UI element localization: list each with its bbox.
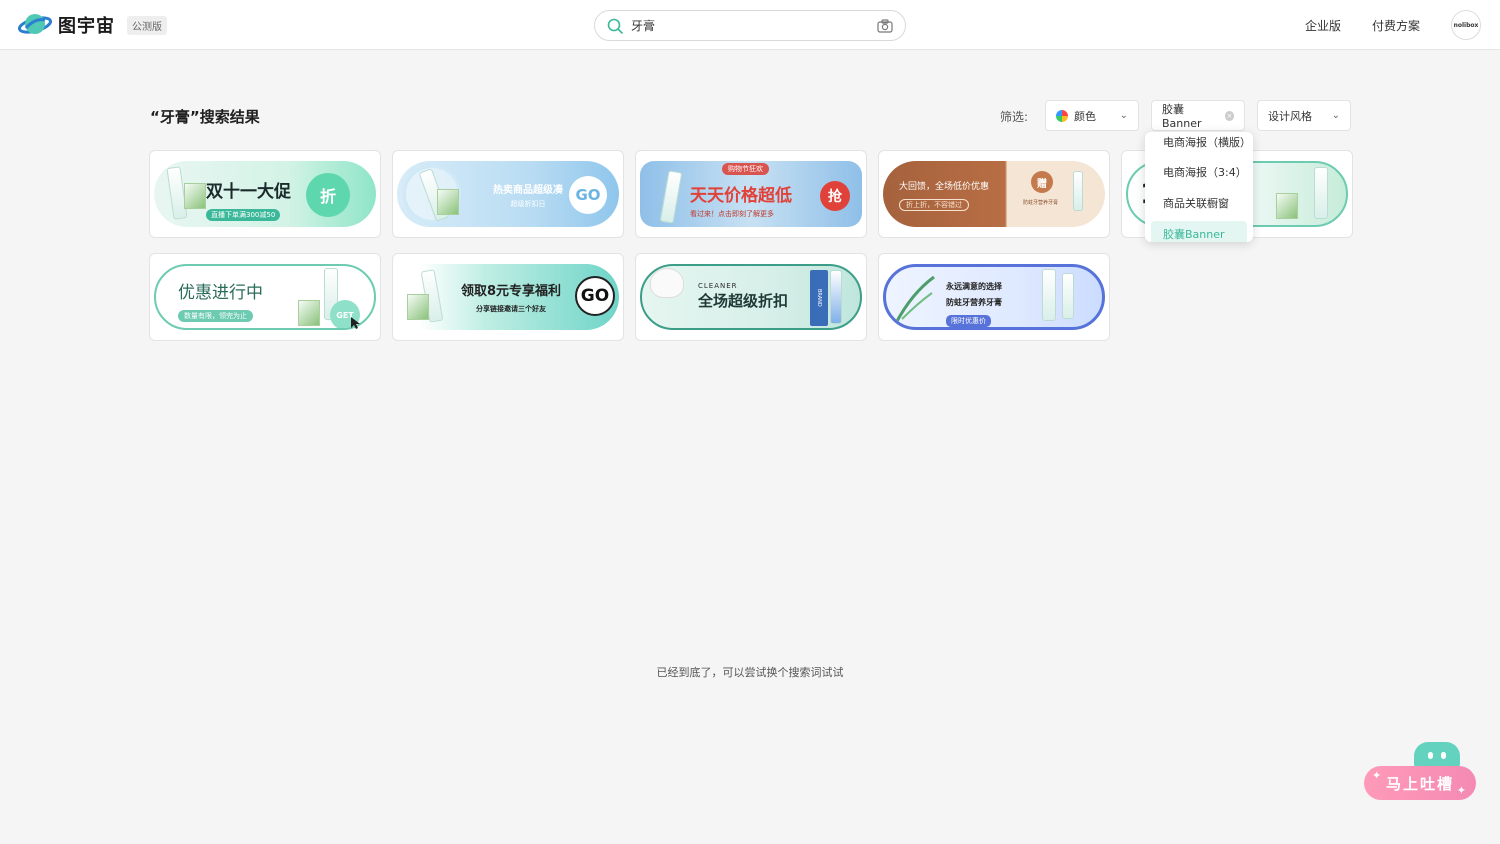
robot-mascot-icon[interactable] <box>1414 742 1460 768</box>
chevron-down-icon: ⌄ <box>1331 110 1340 121</box>
type-dropdown-menu: 电商海报（横版） 电商海报（3:4） 商品关联橱窗 胶囊Banner <box>1145 132 1253 242</box>
search-input[interactable] <box>631 18 877 33</box>
toothpaste-tube <box>1042 269 1056 321</box>
product-box <box>298 300 320 326</box>
banner-badge: GO <box>575 276 615 316</box>
result-card[interactable]: 优惠进行中 数量有限，领完为止 GET <box>149 253 381 341</box>
beta-badge: 公测版 <box>127 15 167 35</box>
result-card[interactable]: 领取8元专享福利 分享链接邀请三个好友 GO <box>392 253 624 341</box>
banner-badge: 抢 <box>820 181 850 211</box>
capsule-banner: 热卖商品超级凑 超级折扣日 GO <box>397 161 619 227</box>
result-card[interactable]: CLEANER 全场超级折扣 BRAND <box>635 253 867 341</box>
filter-style-button[interactable]: 设计风格 ⌄ <box>1257 100 1351 131</box>
end-of-results-text: 已经到底了，可以尝试换个搜索词试试 <box>656 666 844 679</box>
camera-icon[interactable] <box>877 18 893 33</box>
capsule-banner: 优惠进行中 数量有限，领完为止 GET <box>154 264 376 330</box>
banner-badge: BRAND <box>810 270 828 326</box>
banner-sub-text: CLEANER <box>698 282 738 290</box>
leaf-icon <box>894 275 935 324</box>
chevron-down-icon: ⌄ <box>1119 110 1128 121</box>
result-card[interactable]: 大回馈，全场低价优惠 折上折，不容错过 赠 防蛀牙营养牙膏 <box>878 150 1110 238</box>
results-title: “牙膏”搜索结果 <box>150 108 260 126</box>
banner-badge: 折 <box>306 173 350 217</box>
logo-text: 图宇宙 <box>58 16 115 37</box>
toothpaste-tube <box>1314 167 1328 219</box>
product-box <box>1276 193 1298 219</box>
cursor-icon <box>351 317 360 329</box>
banner-main-text: 领取8元专享福利 <box>461 284 562 299</box>
banner-sub-text: 直播下单满300减50 <box>206 209 281 221</box>
feedback-label: 马上吐槽 <box>1385 774 1454 793</box>
banner-extra-text: 防蛀牙营养牙膏 <box>1023 200 1059 206</box>
banner-sub-text: 折上折，不容错过 <box>899 199 969 211</box>
product-box <box>184 183 206 209</box>
banner-sub-text: 防蛀牙营养牙膏 <box>946 298 1002 307</box>
banner-main-text: 天天价格超低 <box>690 186 792 206</box>
result-card[interactable]: 购物节狂欢 天天价格超低 看过来！点击即刻了解更多 抢 <box>635 150 867 238</box>
capsule-banner: 永远满意的选择 防蛀牙营养牙膏 限时优惠价 <box>883 264 1105 330</box>
banner-badge: 赠 <box>1031 171 1053 193</box>
product-box <box>437 189 459 215</box>
result-card[interactable]: 永远满意的选择 防蛀牙营养牙膏 限时优惠价 <box>878 253 1110 341</box>
sparkle-icon: ✦ <box>1372 769 1384 782</box>
banner-badge: 限时优惠价 <box>946 315 991 327</box>
filter-type-label: 胶囊Banner <box>1162 103 1202 130</box>
logo[interactable]: 图宇宙 公测版 <box>17 10 167 40</box>
banner-main-text: 永远满意的选择 <box>946 282 1002 291</box>
banner-top-text: 购物节狂欢 <box>722 163 769 175</box>
nav-enterprise[interactable]: 企业版 <box>1305 17 1341 34</box>
top-header: 图宇宙 公测版 企业版 付费方案 nolibox <box>0 0 1500 50</box>
banner-sub-text: 看过来！点击即刻了解更多 <box>690 210 774 218</box>
clear-icon[interactable]: × <box>1224 110 1234 121</box>
toothpaste-tube <box>830 270 842 324</box>
dropdown-item-ecom-poster-landscape[interactable]: 电商海报（横版） <box>1145 132 1253 154</box>
product-box <box>407 294 429 320</box>
banner-main-text: 双十一大促 <box>206 182 291 202</box>
planet-logo-icon <box>17 10 54 40</box>
sparkle-icon: ✦ <box>1456 784 1468 797</box>
toothpaste-tube <box>1062 273 1074 319</box>
dropdown-item-capsule-banner[interactable]: 胶囊Banner <box>1151 221 1247 242</box>
capsule-banner: CLEANER 全场超级折扣 BRAND <box>640 264 862 330</box>
banner-badge: GO <box>569 176 607 214</box>
result-card[interactable]: 热卖商品超级凑 超级折扣日 GO <box>392 150 624 238</box>
capsule-banner: 大回馈，全场低价优惠 折上折，不容错过 赠 防蛀牙营养牙膏 <box>883 161 1105 227</box>
filter-color-button[interactable]: 颜色 ⌄ <box>1045 100 1139 131</box>
filter-label: 筛选: <box>1000 110 1029 124</box>
capsule-banner: 双十一大促 直播下单满300减50 折 <box>154 161 376 227</box>
toothpaste-tube <box>1073 171 1083 211</box>
banner-main-text: 热卖商品超级凑 <box>493 185 563 196</box>
dropdown-item-product-showcase[interactable]: 商品关联橱窗 <box>1145 190 1253 215</box>
capsule-banner: 领取8元专享福利 分享链接邀请三个好友 GO <box>397 264 619 330</box>
banner-main-text: 全场超级折扣 <box>698 292 789 310</box>
banner-sub-text: 数量有限，领完为止 <box>178 310 253 322</box>
search-bar[interactable] <box>594 10 906 41</box>
filter-color-label: 颜色 <box>1074 109 1096 123</box>
filter-type-button[interactable]: 胶囊Banner × <box>1151 100 1245 131</box>
search-icon <box>607 18 623 34</box>
capsule-banner: 购物节狂欢 天天价格超低 看过来！点击即刻了解更多 抢 <box>640 161 862 227</box>
toothpaste-tube <box>659 170 683 224</box>
dropdown-item-ecom-poster-3-4[interactable]: 电商海报（3:4） <box>1145 159 1253 184</box>
color-wheel-icon <box>1056 109 1068 122</box>
banner-sub-text: 分享链接邀请三个好友 <box>476 305 547 313</box>
avatar[interactable]: nolibox <box>1451 10 1481 40</box>
result-card[interactable]: 双十一大促 直播下单满300减50 折 <box>149 150 381 238</box>
nav-pricing[interactable]: 付费方案 <box>1372 17 1420 34</box>
tooth-icon <box>650 268 684 298</box>
filter-style-label: 设计风格 <box>1268 109 1312 123</box>
banner-sub-text: 超级折扣日 <box>510 200 546 208</box>
banner-main-text: 大回馈，全场低价优惠 <box>899 182 990 192</box>
feedback-button[interactable]: ✦ 马上吐槽 ✦ <box>1364 766 1476 800</box>
banner-main-text: 优惠进行中 <box>178 283 263 303</box>
